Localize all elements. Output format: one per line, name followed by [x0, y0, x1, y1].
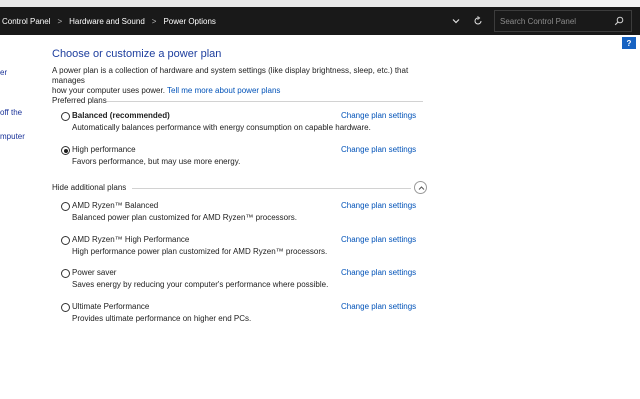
chevron-down-icon[interactable] [450, 15, 462, 27]
plan-name[interactable]: AMD Ryzen™ High Performance [72, 235, 189, 244]
intro-line-1: A power plan is a collection of hardware… [52, 66, 409, 85]
breadcrumb: Control Panel > Hardware and Sound > Pow… [2, 7, 216, 35]
plan-name[interactable]: Balanced (recommended) [72, 111, 170, 120]
breadcrumb-hardware-and-sound[interactable]: Hardware and Sound [69, 17, 145, 26]
radio-amd-balanced[interactable] [61, 202, 70, 211]
change-plan-settings-link[interactable]: Change plan settings [341, 302, 416, 311]
breadcrumb-separator[interactable]: > [152, 17, 157, 26]
search-input[interactable] [500, 11, 610, 31]
address-bar: Control Panel > Hardware and Sound > Pow… [0, 7, 640, 35]
radio-high-performance[interactable] [61, 146, 70, 155]
change-plan-settings-link[interactable]: Change plan settings [341, 235, 416, 244]
left-nav-link[interactable]: off the [0, 108, 22, 117]
breadcrumb-power-options[interactable]: Power Options [163, 17, 215, 26]
search-box[interactable] [494, 10, 632, 32]
plan-name[interactable]: Power saver [72, 268, 116, 277]
breadcrumb-control-panel[interactable]: Control Panel [2, 17, 50, 26]
preferred-plans-header: Preferred plans [52, 96, 107, 105]
collapse-plans-button[interactable] [414, 181, 427, 194]
plan-description: Favors performance, but may use more ene… [72, 157, 241, 166]
radio-amd-high-performance[interactable] [61, 236, 70, 245]
plan-description: Saves energy by reducing your computer's… [72, 280, 329, 289]
learn-more-link[interactable]: Tell me more about power plans [167, 86, 280, 95]
radio-power-saver[interactable] [61, 269, 70, 278]
change-plan-settings-link[interactable]: Change plan settings [341, 145, 416, 154]
plan-description: Provides ultimate performance on higher … [72, 314, 252, 323]
left-nav-link[interactable]: mputer [0, 132, 25, 141]
plan-description: High performance power plan customized f… [72, 247, 328, 256]
intro-line-2-text: how your computer uses power. [52, 86, 165, 95]
change-plan-settings-link[interactable]: Change plan settings [341, 268, 416, 277]
help-button[interactable]: ? [622, 37, 636, 49]
intro-text: A power plan is a collection of hardware… [52, 66, 432, 96]
plan-name[interactable]: High performance [72, 145, 136, 154]
change-plan-settings-link[interactable]: Change plan settings [341, 111, 416, 120]
divider [132, 188, 411, 189]
plan-description: Balanced power plan customized for AMD R… [72, 213, 297, 222]
intro-line-2: how your computer uses power. Tell me mo… [52, 86, 432, 96]
window-top-strip-right [560, 0, 640, 7]
refresh-icon[interactable] [472, 15, 484, 27]
chevron-up-icon [418, 186, 425, 190]
page-title: Choose or customize a power plan [52, 48, 222, 60]
left-nav-link[interactable]: er [0, 68, 7, 77]
breadcrumb-separator[interactable]: > [57, 17, 62, 26]
window-top-strip [0, 0, 640, 7]
plan-name[interactable]: AMD Ryzen™ Balanced [72, 201, 158, 210]
hide-additional-plans-header[interactable]: Hide additional plans [52, 183, 126, 192]
radio-ultimate-performance[interactable] [61, 303, 70, 312]
radio-balanced[interactable] [61, 112, 70, 121]
change-plan-settings-link[interactable]: Change plan settings [341, 201, 416, 210]
plan-name[interactable]: Ultimate Performance [72, 302, 149, 311]
divider [107, 101, 423, 102]
plan-description: Automatically balances performance with … [72, 123, 371, 132]
search-icon[interactable] [614, 16, 624, 26]
